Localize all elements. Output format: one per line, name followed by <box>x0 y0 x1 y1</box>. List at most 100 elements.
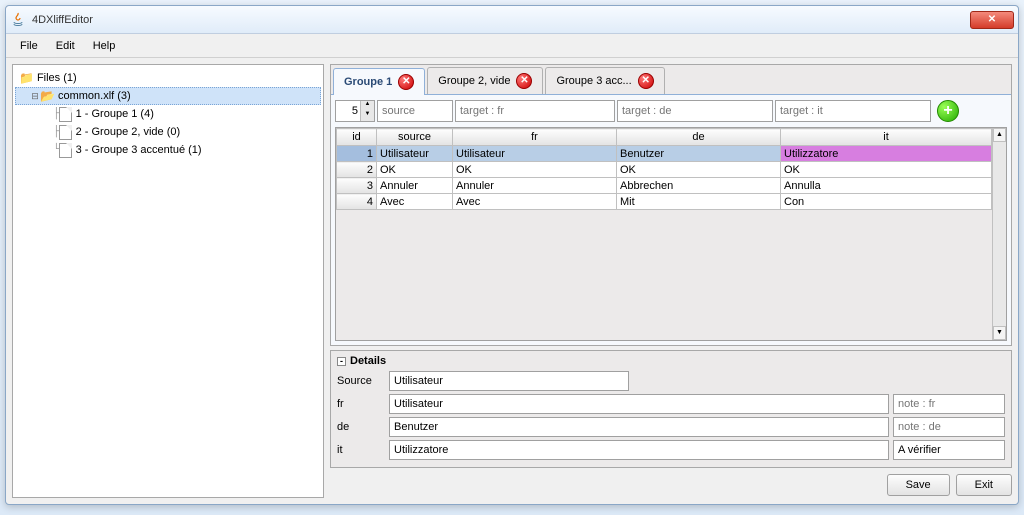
tree-file[interactable]: ⊟ 📂 common.xlf (3) <box>15 87 321 105</box>
menu-file[interactable]: File <box>12 37 46 55</box>
col-fr[interactable]: fr <box>453 129 617 146</box>
cell-id: 4 <box>337 194 377 210</box>
detail-fr-note[interactable] <box>893 394 1005 414</box>
main-panel: Groupe 1 ✕ Groupe 2, vide ✕ Groupe 3 acc… <box>330 64 1012 498</box>
tab-label: Groupe 3 acc... <box>556 75 631 87</box>
titlebar[interactable]: 4DXliffEditor ✕ <box>6 6 1018 34</box>
detail-it-label: it <box>337 444 385 456</box>
folder-icon: 📁 <box>19 71 34 85</box>
cell-fr[interactable]: OK <box>453 162 617 178</box>
cell-fr[interactable]: Avec <box>453 194 617 210</box>
file-icon <box>59 143 72 158</box>
cell-id: 3 <box>337 178 377 194</box>
menu-edit[interactable]: Edit <box>48 37 83 55</box>
tree-group-3[interactable]: └ 3 - Groupe 3 accentué (1) <box>15 141 321 159</box>
tab-label: Groupe 1 <box>344 76 392 88</box>
file-icon <box>59 125 72 140</box>
cell-de[interactable]: OK <box>617 162 781 178</box>
spinner-down-icon[interactable]: ▼ <box>360 111 374 121</box>
tab-groupe-3[interactable]: Groupe 3 acc... ✕ <box>545 67 664 94</box>
detail-fr-input[interactable] <box>389 394 889 414</box>
tab-label: Groupe 2, vide <box>438 75 510 87</box>
cell-id: 2 <box>337 162 377 178</box>
tab-groupe-1[interactable]: Groupe 1 ✕ <box>333 68 425 95</box>
filter-de-input[interactable] <box>617 100 773 122</box>
cell-de[interactable]: Abbrechen <box>617 178 781 194</box>
close-icon[interactable]: ✕ <box>516 73 532 89</box>
tab-groupe-2[interactable]: Groupe 2, vide ✕ <box>427 67 543 94</box>
col-it[interactable]: it <box>781 129 992 146</box>
cell-fr[interactable]: Annuler <box>453 178 617 194</box>
tree-label: Files (1) <box>37 72 77 84</box>
file-icon <box>59 107 72 122</box>
details-header[interactable]: - Details <box>337 355 1005 367</box>
app-window: 4DXliffEditor ✕ File Edit Help 📁 Files (… <box>5 5 1019 505</box>
table-row[interactable]: 1 Utilisateur Utilisateur Benutzer Utili… <box>337 146 992 162</box>
tab-content: ▲ ▼ + i <box>331 94 1011 345</box>
cell-fr[interactable]: Utilisateur <box>453 146 617 162</box>
folder-open-icon: 📂 <box>40 89 55 103</box>
tree-root[interactable]: 📁 Files (1) <box>15 69 321 87</box>
cell-it[interactable]: OK <box>781 162 992 178</box>
java-app-icon <box>10 12 26 28</box>
scroll-down-icon[interactable]: ▼ <box>993 326 1006 340</box>
table-scrollbar[interactable]: ▲ ▼ <box>992 128 1006 340</box>
cell-source[interactable]: Annuler <box>377 178 453 194</box>
file-tree[interactable]: 📁 Files (1) ⊟ 📂 common.xlf (3) ├ 1 - Gro… <box>12 64 324 498</box>
tree-label: common.xlf (3) <box>58 90 131 102</box>
detail-de-label: de <box>337 421 385 433</box>
exit-button[interactable]: Exit <box>956 474 1012 496</box>
window-title: 4DXliffEditor <box>32 14 970 26</box>
table-row[interactable]: 3 Annuler Annuler Abbrechen Annulla <box>337 178 992 194</box>
button-row: Save Exit <box>330 472 1012 498</box>
tree-group-2[interactable]: ├ 2 - Groupe 2, vide (0) <box>15 123 321 141</box>
collapse-icon[interactable]: - <box>337 357 346 366</box>
cell-it[interactable]: Con <box>781 194 992 210</box>
add-row-button[interactable]: + <box>937 100 959 122</box>
table-row[interactable]: 4 Avec Avec Mit Con <box>337 194 992 210</box>
tree-group-1[interactable]: ├ 1 - Groupe 1 (4) <box>15 105 321 123</box>
close-icon[interactable]: ✕ <box>638 73 654 89</box>
translation-table: id source fr de it 1 Utilisa <box>335 127 1007 341</box>
cell-de[interactable]: Benutzer <box>617 146 781 162</box>
detail-it-input[interactable] <box>389 440 889 460</box>
cell-source[interactable]: OK <box>377 162 453 178</box>
detail-fr-label: fr <box>337 398 385 410</box>
tabs-area: Groupe 1 ✕ Groupe 2, vide ✕ Groupe 3 acc… <box>330 64 1012 346</box>
tab-strip: Groupe 1 ✕ Groupe 2, vide ✕ Groupe 3 acc… <box>331 65 1011 94</box>
filter-source-input[interactable] <box>377 100 453 122</box>
col-de[interactable]: de <box>617 129 781 146</box>
menubar: File Edit Help <box>6 34 1018 58</box>
tree-label: 2 - Groupe 2, vide (0) <box>76 126 181 138</box>
row-count-spinner[interactable]: ▲ ▼ <box>335 100 375 122</box>
detail-source-label: Source <box>337 375 385 387</box>
cell-it[interactable]: Utilizzatore <box>781 146 992 162</box>
detail-source-input[interactable] <box>389 371 629 391</box>
cell-it[interactable]: Annulla <box>781 178 992 194</box>
content-area: 📁 Files (1) ⊟ 📂 common.xlf (3) ├ 1 - Gro… <box>6 58 1018 504</box>
spinner-up-icon[interactable]: ▲ <box>360 101 374 111</box>
window-close-button[interactable]: ✕ <box>970 11 1014 29</box>
cell-source[interactable]: Avec <box>377 194 453 210</box>
scroll-up-icon[interactable]: ▲ <box>993 128 1006 142</box>
spinner-input[interactable] <box>336 101 360 121</box>
tree-label: 3 - Groupe 3 accentué (1) <box>76 144 202 156</box>
col-source[interactable]: source <box>377 129 453 146</box>
cell-de[interactable]: Mit <box>617 194 781 210</box>
cell-id: 1 <box>337 146 377 162</box>
detail-de-note[interactable] <box>893 417 1005 437</box>
details-panel: - Details Source fr de <box>330 350 1012 468</box>
col-id[interactable]: id <box>337 129 377 146</box>
filter-row: ▲ ▼ + <box>335 99 1007 123</box>
details-title-label: Details <box>350 355 386 367</box>
table-row[interactable]: 2 OK OK OK OK <box>337 162 992 178</box>
close-icon[interactable]: ✕ <box>398 74 414 90</box>
filter-it-input[interactable] <box>775 100 931 122</box>
filter-fr-input[interactable] <box>455 100 615 122</box>
cell-source[interactable]: Utilisateur <box>377 146 453 162</box>
save-button[interactable]: Save <box>887 474 950 496</box>
detail-it-note[interactable] <box>893 440 1005 460</box>
detail-de-input[interactable] <box>389 417 889 437</box>
menu-help[interactable]: Help <box>85 37 124 55</box>
tree-toggle-icon[interactable]: ⊟ <box>30 91 40 102</box>
